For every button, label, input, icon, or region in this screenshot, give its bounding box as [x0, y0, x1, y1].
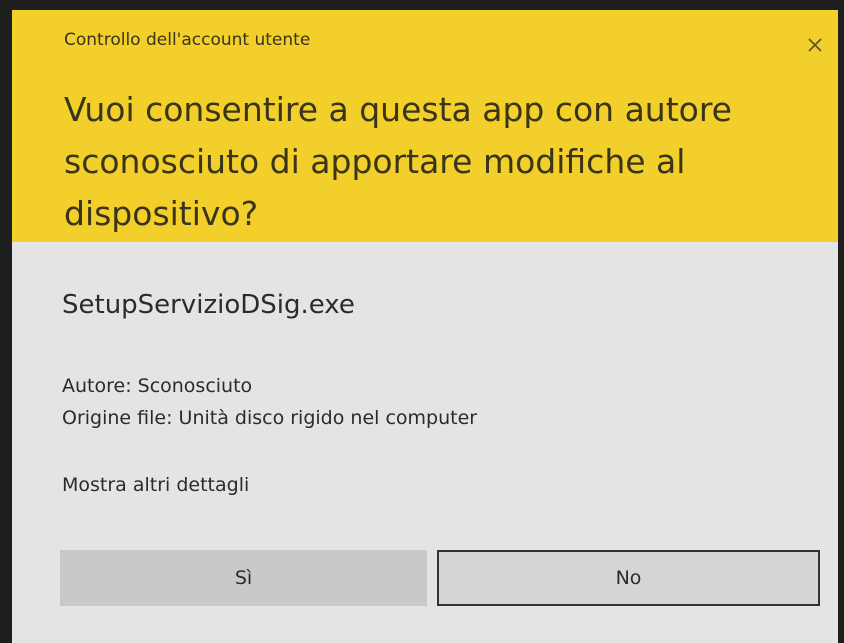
dialog-header: Controllo dell'account utente Vuoi conse…: [12, 10, 838, 242]
yes-button[interactable]: Sì: [60, 550, 427, 606]
program-info: Autore: Sconosciuto Origine file: Unità …: [62, 370, 477, 434]
close-icon: [807, 37, 823, 53]
uac-dialog: Controllo dell'account utente Vuoi conse…: [12, 10, 838, 643]
show-details-link[interactable]: Mostra altri dettagli: [62, 474, 249, 496]
close-button[interactable]: [802, 32, 828, 58]
dialog-question: Vuoi consentire a questa app con autore …: [64, 90, 732, 233]
file-origin-text: Origine file: Unità disco rigido nel com…: [62, 407, 478, 429]
publisher-text: Autore: Sconosciuto: [62, 375, 253, 397]
no-button[interactable]: No: [437, 550, 820, 606]
screen-frame: Controllo dell'account utente Vuoi conse…: [0, 0, 844, 643]
dialog-body: SetupServizioDSig.exe Autore: Sconosciut…: [12, 242, 838, 643]
dialog-title: Controllo dell'account utente: [64, 30, 311, 50]
program-filename: SetupServizioDSig.exe: [62, 290, 355, 320]
